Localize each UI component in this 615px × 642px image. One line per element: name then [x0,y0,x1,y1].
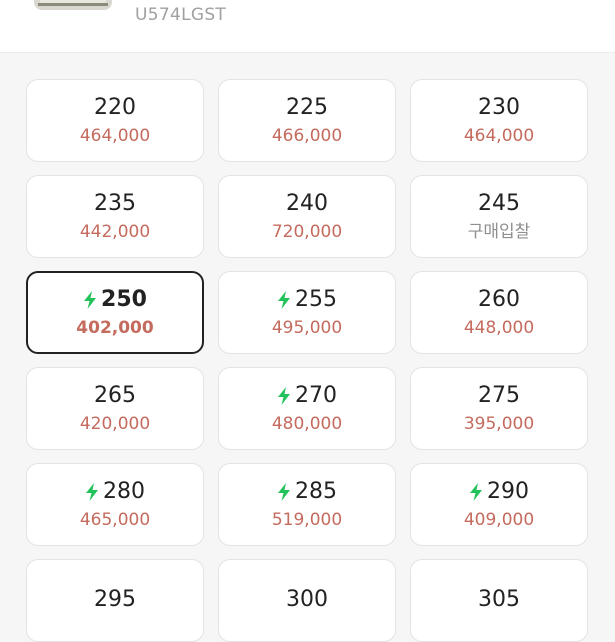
size-label: 300 [286,586,328,612]
size-row: 240 [286,190,328,218]
size-row: 260 [478,286,520,314]
size-row: 295 [94,586,136,614]
size-option-275[interactable]: 275 395,000 [410,367,588,450]
size-option-295[interactable]: 295 [26,559,204,642]
product-code: U574LGST [135,5,227,25]
price-label: 495,000 [271,317,343,338]
size-label: 245 [478,190,520,216]
size-option-270[interactable]: 270 480,000 [218,367,396,450]
size-row: 230 [478,94,520,122]
size-option-255[interactable]: 255 495,000 [218,271,396,354]
size-option-260[interactable]: 260 448,000 [410,271,588,354]
size-label: 260 [478,286,520,312]
lightning-bolt-icon [278,482,290,501]
price-label: 402,000 [76,317,154,338]
size-row: 250 [83,286,147,314]
size-option-305[interactable]: 305 [410,559,588,642]
size-option-235[interactable]: 235 442,000 [26,175,204,258]
price-label: 395,000 [463,413,535,434]
size-row: 235 [94,190,136,218]
size-row: 305 [478,586,520,614]
product-header: U574LGST [0,0,615,53]
price-label: 464,000 [463,125,535,146]
price-label: 519,000 [271,509,343,530]
price-label: 465,000 [79,509,151,530]
price-label: 480,000 [271,413,343,434]
size-option-220[interactable]: 220 464,000 [26,79,204,162]
size-row: 270 [277,382,337,410]
size-label: 290 [487,478,529,504]
bid-label: 구매입찰 [467,221,531,242]
lightning-bolt-icon [278,290,290,309]
size-label: 305 [478,586,520,612]
size-row: 220 [94,94,136,122]
lightning-bolt-icon [278,386,290,405]
lightning-bolt-icon [84,290,97,309]
size-row: 275 [478,382,520,410]
size-label: 255 [295,286,337,312]
size-option-290[interactable]: 290 409,000 [410,463,588,546]
size-label: 275 [478,382,520,408]
size-row: 300 [286,586,328,614]
price-label: 409,000 [463,509,535,530]
size-row: 225 [286,94,328,122]
size-option-240[interactable]: 240 720,000 [218,175,396,258]
size-option-285[interactable]: 285 519,000 [218,463,396,546]
lightning-bolt-icon [86,482,98,501]
size-label: 225 [286,94,328,120]
size-row: 280 [85,478,145,506]
price-label: 442,000 [79,221,151,242]
price-label: 420,000 [79,413,151,434]
product-thumbnail[interactable] [34,0,112,10]
size-label: 295 [94,586,136,612]
size-row: 245 [478,190,520,218]
price-label: 720,000 [271,221,343,242]
price-label: 464,000 [79,125,151,146]
size-row: 255 [277,286,337,314]
size-option-265[interactable]: 265 420,000 [26,367,204,450]
size-option-250[interactable]: 250 402,000 [26,271,204,354]
size-row: 285 [277,478,337,506]
size-label: 270 [295,382,337,408]
lightning-bolt-icon [470,482,482,501]
size-label: 285 [295,478,337,504]
size-label: 220 [94,94,136,120]
size-row: 290 [469,478,529,506]
price-label: 466,000 [271,125,343,146]
size-row: 265 [94,382,136,410]
size-label: 265 [94,382,136,408]
size-label: 230 [478,94,520,120]
size-label: 235 [94,190,136,216]
size-option-300[interactable]: 300 [218,559,396,642]
size-label: 240 [286,190,328,216]
size-option-225[interactable]: 225 466,000 [218,79,396,162]
size-option-280[interactable]: 280 465,000 [26,463,204,546]
size-option-245[interactable]: 245 구매입찰 [410,175,588,258]
size-grid: 220 464,000 225 466,000 230 464,000 235 442,000… [26,79,589,642]
price-label: 448,000 [463,317,535,338]
size-label: 280 [103,478,145,504]
size-option-230[interactable]: 230 464,000 [410,79,588,162]
size-label: 250 [101,286,147,312]
